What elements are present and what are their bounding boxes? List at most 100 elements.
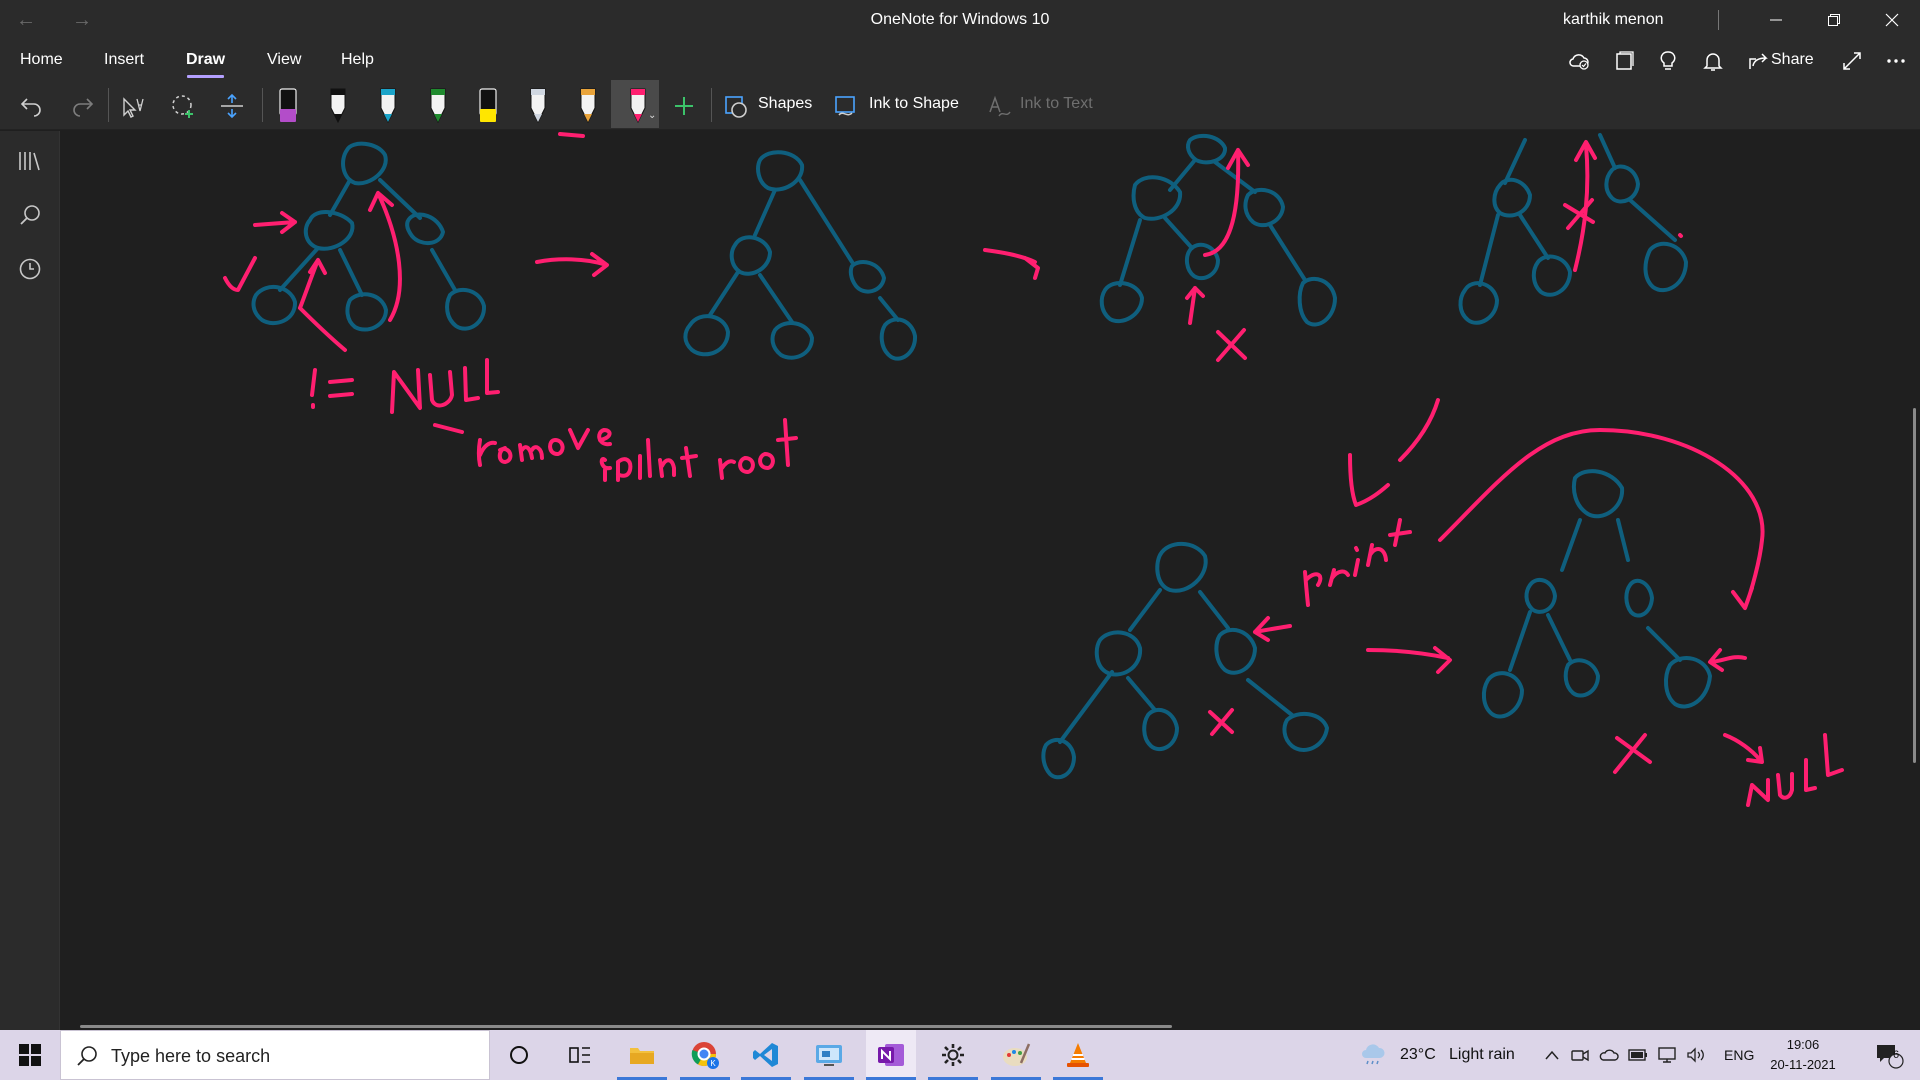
user-account-name[interactable]: karthik menon (1563, 11, 1664, 29)
ink-to-shape-icon-wrap[interactable] (826, 86, 866, 126)
tree-node (1563, 658, 1600, 698)
add-pen-button[interactable] (664, 86, 704, 126)
onenote-app[interactable] (866, 1030, 916, 1080)
lasso-select-button[interactable] (163, 86, 203, 126)
clock-time: 19:06 (1786, 1037, 1820, 1052)
battery-icon-wrap[interactable] (1626, 1030, 1650, 1080)
pen-icon (580, 88, 596, 124)
type-select-button[interactable] (113, 86, 153, 126)
folder-icon (630, 1048, 654, 1064)
notification-count-badge: 6 (1893, 1049, 1900, 1061)
pen-green-button[interactable] (418, 86, 458, 126)
vscode-app[interactable] (741, 1030, 791, 1080)
tab-insert[interactable]: Insert (104, 51, 144, 69)
tree-node (1155, 541, 1208, 593)
tree-node (405, 212, 445, 245)
horizontal-scrollbar[interactable] (80, 1025, 1172, 1028)
tab-view[interactable]: View (267, 51, 301, 69)
meet-now-icon-wrap[interactable] (1568, 1030, 1592, 1080)
cortana-button[interactable] (494, 1030, 544, 1080)
show-hidden-icons-button[interactable] (1540, 1030, 1564, 1080)
add-remove-space-button[interactable] (212, 86, 252, 126)
ink-arrow (1723, 733, 1764, 764)
tab-home[interactable]: Home (20, 51, 63, 69)
ink-checkmark (1348, 398, 1440, 507)
minimize-icon (1770, 19, 1782, 21)
restore-button[interactable] (1806, 0, 1862, 40)
tree-node (345, 292, 388, 332)
system-clock[interactable]: 19:06 20-11-2021 (1768, 1035, 1838, 1075)
network-icon-wrap[interactable] (1655, 1030, 1679, 1080)
tree-edge (708, 178, 900, 324)
tree-node (1214, 627, 1257, 675)
tree-node (1458, 281, 1499, 325)
active-tab-indicator (187, 75, 224, 78)
ink-arrow (1253, 616, 1292, 642)
onedrive-icon-wrap[interactable] (1597, 1030, 1621, 1080)
tree-node (1243, 187, 1285, 228)
more-options-icon[interactable] (1882, 48, 1910, 74)
tree-node (1531, 254, 1572, 297)
sync-status-icon[interactable] (1565, 48, 1593, 74)
redo-button[interactable] (62, 86, 102, 126)
page-canvas[interactable] (61, 131, 1920, 1030)
pen-teal-button[interactable] (368, 86, 408, 126)
share-button[interactable]: Share (1771, 51, 1814, 69)
pen-black-button[interactable] (318, 86, 358, 126)
notification-bell-icon[interactable] (1699, 48, 1727, 74)
highlighter-purple-button[interactable] (268, 86, 308, 126)
start-button[interactable] (0, 1030, 60, 1080)
share-icon[interactable] (1745, 48, 1773, 74)
ink-arrow (983, 248, 1040, 280)
ink-arrow (298, 258, 347, 352)
weather-widget-icon-wrap[interactable] (1358, 1030, 1388, 1080)
tab-help[interactable]: Help (341, 51, 374, 69)
ink-to-text-icon-wrap (979, 86, 1019, 126)
tab-draw[interactable]: Draw (186, 51, 225, 69)
tree-node (879, 317, 917, 361)
highlighter-yellow-button[interactable] (468, 86, 508, 126)
volume-icon-wrap[interactable] (1684, 1030, 1708, 1080)
search-icon[interactable] (16, 201, 44, 229)
title-separator (1718, 10, 1719, 30)
vlc-app[interactable] (1053, 1030, 1103, 1080)
pen-rainbow-button[interactable] (568, 86, 608, 126)
ink-arrow (253, 211, 297, 234)
pen-galaxy-button[interactable] (518, 86, 558, 126)
pen-pink-selected-button[interactable]: ⌄ (618, 86, 658, 126)
vertical-scrollbar[interactable] (1913, 408, 1916, 763)
tree-node (683, 314, 730, 357)
fullscreen-expand-icon[interactable] (1838, 48, 1866, 74)
weather-description[interactable]: Light rain (1449, 1046, 1515, 1064)
svg-text:K: K (710, 1059, 716, 1068)
ink-to-shape-button[interactable]: Ink to Shape (869, 95, 959, 113)
weather-temperature[interactable]: 23°C (1400, 1046, 1436, 1064)
shapes-button[interactable]: Shapes (758, 95, 812, 113)
close-button[interactable] (1864, 0, 1920, 40)
onenote-icon (878, 1044, 904, 1066)
shapes-button-icon-wrap[interactable] (716, 86, 756, 126)
vscode-icon (753, 1043, 778, 1067)
input-language[interactable]: ENG (1724, 1047, 1754, 1063)
ink-to-text-icon (989, 95, 1011, 117)
action-center-button[interactable]: 6 (1864, 1030, 1914, 1080)
chevron-down-icon[interactable]: ⌄ (648, 110, 656, 121)
undo-button[interactable] (12, 86, 52, 126)
notebooks-icon[interactable] (16, 147, 44, 175)
recent-notes-clock-icon[interactable] (16, 255, 44, 283)
taskbar-search-box[interactable]: Type here to search (60, 1030, 490, 1080)
notebook-pages-icon[interactable] (1610, 48, 1638, 74)
ink-cross (1216, 328, 1247, 362)
task-view-button[interactable] (555, 1030, 605, 1080)
chrome-app[interactable]: K (680, 1030, 730, 1080)
tree-node (1604, 164, 1640, 204)
left-nav-pane (0, 131, 60, 1030)
minimize-button[interactable] (1748, 0, 1804, 40)
ink-tick (223, 256, 257, 292)
lightbulb-icon[interactable] (1654, 48, 1682, 74)
control-panel-app[interactable] (804, 1030, 854, 1080)
paint-app[interactable] (991, 1030, 1041, 1080)
file-explorer-app[interactable] (617, 1030, 667, 1080)
settings-app[interactable] (928, 1030, 978, 1080)
plus-icon (675, 97, 693, 115)
